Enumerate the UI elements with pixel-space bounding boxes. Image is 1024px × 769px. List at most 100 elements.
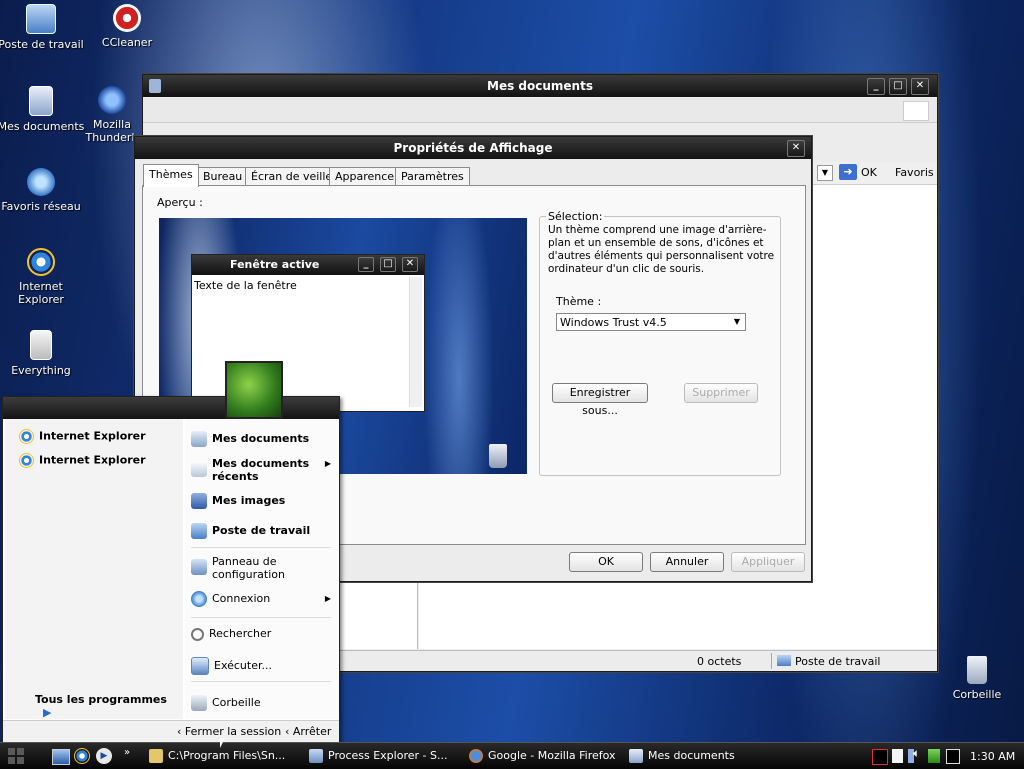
dialog-titlebar[interactable]: Propriétés de Affichage ✕ bbox=[135, 137, 811, 159]
process-explorer-icon bbox=[309, 749, 323, 763]
documents-icon bbox=[29, 86, 53, 116]
network-globe-icon bbox=[27, 168, 55, 196]
all-programs-button[interactable]: Tous les programmes ▶ bbox=[35, 693, 183, 719]
menu-separator bbox=[191, 547, 331, 548]
preview-label: Aperçu : bbox=[157, 196, 203, 209]
computer-icon bbox=[26, 4, 56, 34]
tray-icon-black[interactable] bbox=[872, 749, 888, 765]
task-button-process-explorer[interactable]: Process Explorer - S... bbox=[306, 746, 478, 766]
chevron-down-icon[interactable]: ▼ bbox=[730, 315, 744, 329]
dialog-title: Propriétés de Affichage bbox=[393, 141, 553, 155]
theme-select-value: Windows Trust v4.5 bbox=[560, 316, 667, 329]
minimize-button[interactable]: _ bbox=[867, 78, 885, 95]
go-arrow-icon[interactable]: ➜ bbox=[839, 164, 857, 180]
desktop-icon-everything[interactable]: Everything bbox=[0, 330, 86, 377]
cancel-button[interactable]: Annuler bbox=[650, 552, 724, 572]
start-menu[interactable]: Internet Explorer Internet Explorer Tous… bbox=[2, 361, 340, 744]
menu-item-label: Mes images bbox=[212, 494, 286, 507]
desktop-icon-my-computer[interactable]: Poste de travail bbox=[0, 4, 86, 51]
shutdown-button[interactable]: ‹ Arrêter bbox=[285, 725, 331, 738]
desktop-icon-thunderbird[interactable]: Mozilla Thunderb bbox=[82, 86, 142, 144]
preview-window-title: Fenêtre active bbox=[230, 258, 320, 271]
connect-globe-icon bbox=[191, 591, 207, 607]
recent-documents-icon bbox=[191, 461, 207, 477]
dialog-close-button[interactable]: ✕ bbox=[787, 140, 805, 157]
menu-my-computer[interactable]: Poste de travail bbox=[191, 523, 310, 539]
menu-run[interactable]: Exécuter... bbox=[191, 657, 272, 675]
computer-icon bbox=[191, 523, 207, 539]
menu-my-documents[interactable]: Mes documents bbox=[191, 431, 309, 447]
pinned-internet-explorer-2[interactable]: Internet Explorer bbox=[19, 453, 146, 468]
maximize-button[interactable]: □ bbox=[889, 78, 907, 95]
preview-close-icon: ✕ bbox=[402, 257, 418, 272]
task-label: Mes documents bbox=[648, 749, 735, 762]
preview-maximize-icon: □ bbox=[380, 257, 396, 272]
preview-scrollbar bbox=[409, 277, 422, 407]
pinned-internet-explorer-1[interactable]: Internet Explorer bbox=[19, 429, 146, 444]
explorer-menubar bbox=[143, 98, 937, 123]
tab-appearance[interactable]: Apparence bbox=[329, 167, 401, 186]
save-as-button[interactable]: Enregistrer sous... bbox=[552, 383, 648, 417]
quicklaunch-overflow-icon[interactable]: » bbox=[124, 747, 130, 758]
quicklaunch-media-player-icon[interactable]: ▶ bbox=[96, 748, 112, 764]
tab-settings[interactable]: Paramètres bbox=[395, 167, 470, 186]
logoff-button[interactable]: ‹ Fermer la session bbox=[177, 725, 281, 738]
menu-recent-documents[interactable]: Mes documents récents ▶ bbox=[191, 457, 331, 483]
menu-connect[interactable]: Connexion ▶ bbox=[191, 591, 331, 607]
tray-icon-shield[interactable] bbox=[928, 749, 940, 763]
task-button-firefox[interactable]: Google - Mozilla Firefox bbox=[466, 746, 638, 766]
menu-separator bbox=[191, 617, 331, 618]
delete-button[interactable]: Supprimer bbox=[684, 383, 758, 403]
desktop-icon-ie[interactable]: Internet Explorer bbox=[0, 248, 86, 306]
favorites-label[interactable]: Favoris bbox=[895, 166, 934, 179]
submenu-arrow-icon: ▶ bbox=[324, 594, 331, 603]
desktop-icon-my-documents[interactable]: Mes documents bbox=[0, 86, 86, 133]
menu-item-label: Rechercher bbox=[209, 627, 272, 640]
go-button-label[interactable]: OK bbox=[861, 166, 877, 179]
desktop-icon-label: CCleaner bbox=[101, 36, 153, 49]
search-icon bbox=[191, 627, 204, 641]
menu-control-panel[interactable]: Panneau de configuration bbox=[191, 555, 331, 581]
search-magnifier-icon bbox=[30, 330, 52, 360]
menu-my-pictures[interactable]: Mes images bbox=[191, 493, 285, 509]
documents-icon bbox=[191, 431, 207, 447]
taskbar: ▶ » C:\Program Files\Sn... Process Explo… bbox=[0, 742, 1024, 769]
desktop-icon-recycle-bin[interactable]: Corbeille bbox=[932, 656, 1022, 701]
tab-screensaver[interactable]: Écran de veille bbox=[245, 167, 339, 186]
ok-button[interactable]: OK bbox=[569, 552, 643, 572]
close-button[interactable]: ✕ bbox=[911, 78, 929, 95]
quicklaunch-show-desktop-icon[interactable] bbox=[52, 749, 70, 765]
volume-icon[interactable]: 🔈︎ bbox=[913, 746, 920, 761]
desktop-icon-network[interactable]: Favoris réseau bbox=[0, 168, 86, 213]
menu-item-label: Poste de travail bbox=[212, 524, 311, 537]
quicklaunch-internet-explorer-icon[interactable] bbox=[74, 748, 90, 764]
task-button-my-documents[interactable]: Mes documents bbox=[626, 746, 788, 766]
apply-button[interactable]: Appliquer bbox=[731, 552, 805, 572]
thunderbird-icon bbox=[98, 86, 126, 114]
tab-themes[interactable]: Thèmes bbox=[143, 164, 199, 187]
pinned-item-label: Internet Explorer bbox=[39, 453, 146, 467]
menu-item-label: Corbeille bbox=[212, 696, 261, 709]
start-button[interactable] bbox=[8, 748, 24, 764]
arrow-right-icon: ▶ bbox=[43, 706, 52, 719]
mouse-cursor-icon bbox=[220, 738, 225, 748]
start-menu-footer: ‹ Fermer la session ‹ Arrêter bbox=[3, 720, 339, 743]
run-icon bbox=[191, 657, 209, 675]
tray-icon-console[interactable] bbox=[946, 749, 960, 764]
theme-select[interactable]: Windows Trust v4.5 ▼ bbox=[556, 313, 746, 331]
status-size: 0 octets bbox=[697, 655, 742, 668]
explorer-titlebar[interactable]: Mes documents _ □ ✕ bbox=[143, 75, 937, 97]
menu-recycle-bin[interactable]: Corbeille bbox=[191, 695, 261, 711]
tab-desktop[interactable]: Bureau bbox=[197, 167, 249, 186]
menu-item-label: Exécuter... bbox=[214, 659, 272, 672]
task-button-explorer-path[interactable]: C:\Program Files\Sn... bbox=[146, 746, 318, 766]
theme-description: Un thème comprend une image d'arrière-pl… bbox=[548, 224, 775, 275]
menu-search[interactable]: Rechercher bbox=[191, 627, 271, 641]
start-menu-right: Mes documents Mes documents récents ▶ Me… bbox=[185, 419, 337, 719]
address-dropdown-icon[interactable]: ▼ bbox=[817, 165, 833, 181]
tray-icon-document[interactable] bbox=[892, 749, 903, 763]
status-divider bbox=[771, 653, 772, 669]
desktop-icon-ccleaner[interactable]: CCleaner bbox=[82, 4, 172, 49]
start-menu-left: Internet Explorer Internet Explorer Tous… bbox=[5, 419, 183, 719]
tray-clock[interactable]: 1:30 AM bbox=[970, 750, 1015, 763]
